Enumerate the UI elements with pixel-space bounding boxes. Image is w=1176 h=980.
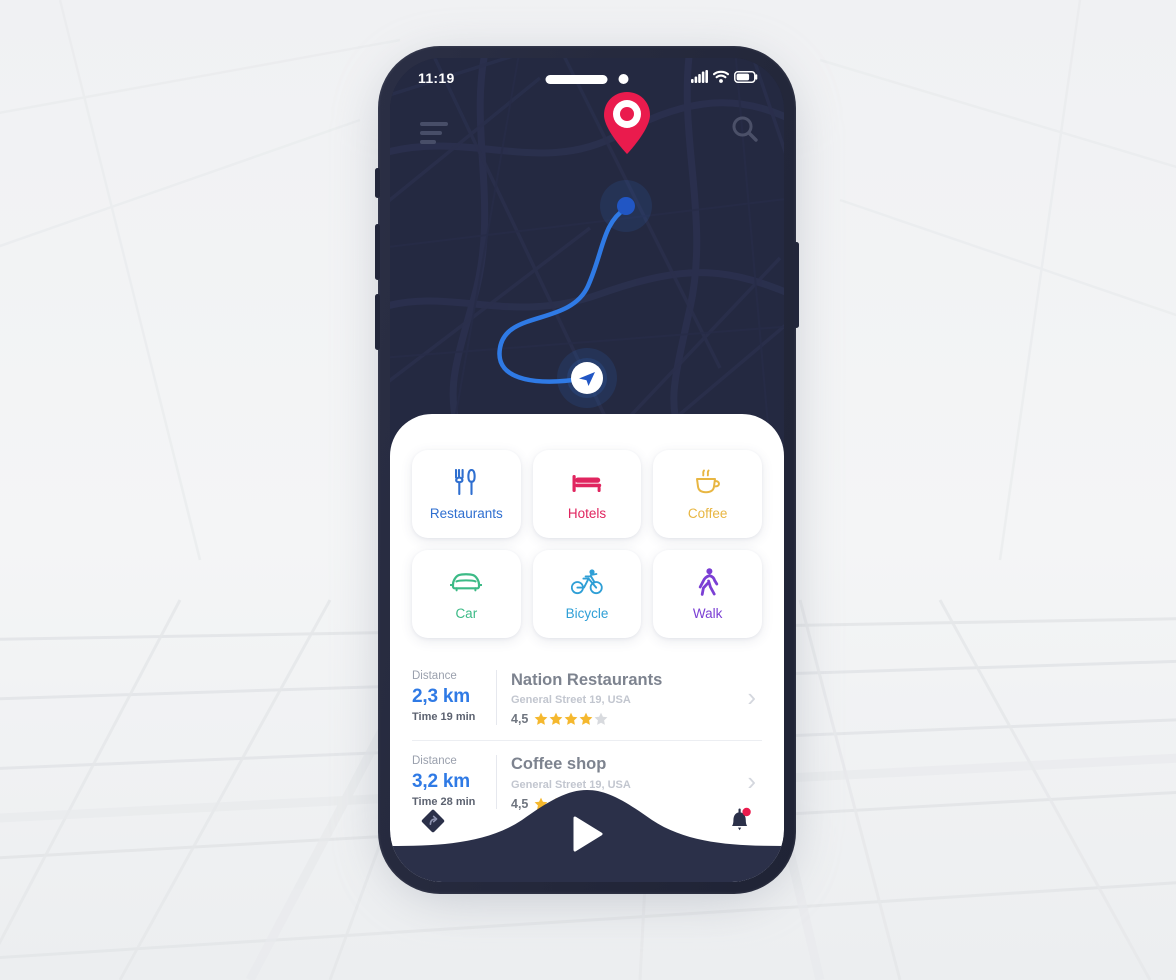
category-label: Restaurants <box>429 506 503 521</box>
silent-switch-button[interactable] <box>375 168 380 198</box>
hamburger-menu-icon[interactable] <box>420 122 448 149</box>
fork-knife-icon <box>455 467 477 497</box>
menu-line-2 <box>420 131 442 135</box>
distance-label: Distance <box>412 754 457 767</box>
star-filled-icon <box>534 712 548 725</box>
category-tile-bicycle[interactable]: Bicycle <box>532 550 642 638</box>
map-view[interactable]: 11:19 <box>390 58 784 438</box>
status-bar: 11:19 <box>390 58 784 102</box>
play-navigate-icon[interactable] <box>568 814 606 854</box>
power-button[interactable] <box>794 242 799 328</box>
bell-notification-icon[interactable] <box>726 806 754 836</box>
phone-screen: 11:19 Restaurants Hotels Coffee Car Bicy… <box>390 58 784 882</box>
category-tile-car[interactable]: Car <box>412 550 521 638</box>
star-empty-icon <box>594 712 608 725</box>
status-time: 11:19 <box>418 70 455 86</box>
phone-body: 11:19 Restaurants Hotels Coffee Car Bicy… <box>375 46 799 894</box>
coffee-cup-icon <box>694 467 722 497</box>
menu-line-3 <box>420 140 436 144</box>
star-filled-icon <box>564 712 578 725</box>
signal-bars-icon <box>691 70 708 83</box>
rating-value: 4,5 <box>511 712 529 727</box>
category-tile-restaurants[interactable]: Restaurants <box>412 450 521 538</box>
phone-mockup: 11:19 Restaurants Hotels Coffee Car Bicy… <box>375 46 799 894</box>
category-label: Hotels <box>567 506 607 521</box>
star-rating <box>534 712 608 726</box>
category-label: Bicycle <box>565 606 609 621</box>
status-icons <box>691 70 758 83</box>
walking-person-icon <box>697 567 719 597</box>
chevron-right-icon[interactable]: › <box>747 682 762 713</box>
turn-arrow-diamond-icon[interactable] <box>418 806 448 836</box>
distance-label: Distance <box>412 670 457 682</box>
speaker-bar <box>545 74 608 84</box>
category-label: Walk <box>692 606 723 621</box>
search-icon[interactable] <box>730 114 760 144</box>
menu-line-1 <box>420 122 448 126</box>
category-label: Car <box>455 606 478 621</box>
category-tile-walk[interactable]: Walk <box>653 550 762 638</box>
volume-down-button[interactable] <box>375 294 380 350</box>
star-filled-icon <box>549 712 563 725</box>
bicycle-icon <box>570 567 603 597</box>
volume-up-button[interactable] <box>375 224 380 280</box>
place-name: Nation Restaurants <box>511 670 663 689</box>
place-name: Coffee shop <box>511 755 607 774</box>
category-tile-coffee[interactable]: Coffee <box>653 450 762 538</box>
category-grid: Restaurants Hotels Coffee Car Bicycle Wa… <box>412 450 762 638</box>
map-top-controls <box>390 110 784 158</box>
rating-row: 4,5 <box>511 712 747 726</box>
travel-time: Time 19 min <box>412 711 476 723</box>
star-filled-icon <box>579 712 593 725</box>
bottom-sheet: Restaurants Hotels Coffee Car Bicycle Wa… <box>390 414 784 882</box>
front-camera-dot <box>618 74 629 84</box>
navigation-arrow-icon[interactable] <box>567 358 607 398</box>
category-label: Coffee <box>687 506 728 521</box>
row-divider <box>496 670 497 725</box>
battery-icon <box>734 71 758 83</box>
place-address: General Street 19, USA <box>511 694 631 707</box>
wifi-icon <box>713 70 729 83</box>
distance-value: 2,3 km <box>412 686 470 708</box>
place-info: Nation Restaurants General Street 19, US… <box>511 669 747 727</box>
car-icon <box>450 567 483 597</box>
category-tile-hotels[interactable]: Hotels <box>532 450 642 538</box>
notch-group <box>545 74 629 84</box>
place-list-item[interactable]: Distance 2,3 km Time 19 min Nation Resta… <box>412 656 762 741</box>
bed-icon <box>572 467 602 497</box>
bottom-navigation-bar <box>390 790 784 882</box>
distance-column: Distance 2,3 km Time 19 min <box>412 668 490 727</box>
